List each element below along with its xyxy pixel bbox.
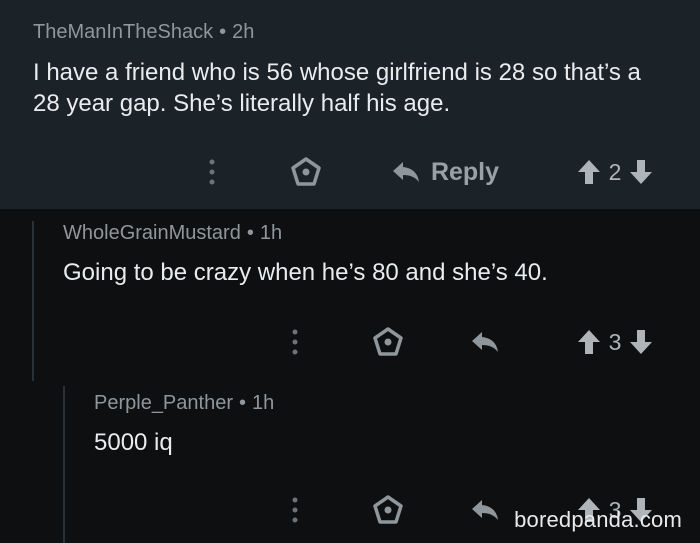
comment-meta: Perple_Panther • 1h bbox=[94, 392, 274, 415]
username[interactable]: Perple_Panther bbox=[94, 392, 233, 414]
reply-arrow-icon bbox=[472, 500, 498, 520]
upvote-icon[interactable] bbox=[577, 159, 601, 185]
reply-button[interactable]: Reply bbox=[385, 152, 505, 192]
comment-meta: TheManInTheShack • 2h bbox=[33, 21, 254, 44]
more-vertical-icon bbox=[292, 329, 298, 355]
more-vertical-icon bbox=[292, 497, 298, 523]
more-options-button[interactable] bbox=[200, 157, 224, 187]
award-button[interactable] bbox=[288, 155, 324, 189]
downvote-icon[interactable] bbox=[629, 159, 653, 185]
reply-arrow-icon bbox=[472, 332, 498, 352]
comment-age: 1h bbox=[259, 222, 283, 244]
comment-body: 5000 iq bbox=[94, 429, 173, 456]
username[interactable]: TheManInTheShack bbox=[33, 21, 213, 43]
comment-2: WholeGrainMustard • 1h Going to be crazy w… bbox=[0, 209, 700, 379]
comment-age: 2h bbox=[232, 21, 255, 43]
meta-separator: • bbox=[219, 21, 227, 43]
boredpanda-watermark: boredpanda.com bbox=[514, 507, 682, 532]
reply-arrow-icon bbox=[392, 162, 419, 182]
reply-button[interactable] bbox=[465, 325, 505, 359]
downvote-icon[interactable] bbox=[629, 329, 653, 355]
vote-controls: 3 bbox=[560, 326, 670, 358]
comment-meta: WholeGrainMustard • 1h bbox=[63, 222, 282, 245]
more-vertical-icon bbox=[209, 159, 215, 185]
more-options-button[interactable] bbox=[283, 495, 307, 525]
award-icon bbox=[373, 495, 403, 524]
vote-controls: 2 bbox=[560, 156, 670, 188]
reply-button[interactable] bbox=[465, 493, 505, 527]
award-button[interactable] bbox=[370, 493, 406, 527]
vote-score: 3 bbox=[608, 328, 622, 355]
comment-body: I have a friend who is 56 whose girlfrie… bbox=[33, 59, 641, 117]
award-button[interactable] bbox=[370, 325, 406, 359]
award-icon bbox=[291, 157, 321, 186]
vote-score: 2 bbox=[608, 158, 622, 185]
username[interactable]: WholeGrainMustard bbox=[63, 222, 241, 244]
comment-age: 1h bbox=[252, 392, 275, 414]
more-options-button[interactable] bbox=[283, 327, 307, 357]
meta-separator: • bbox=[246, 222, 254, 244]
comment-body: Going to be crazy when he’s 80 and she’s… bbox=[63, 259, 548, 286]
comment-1: TheManInTheShack • 2h I have a friend who … bbox=[0, 0, 700, 209]
upvote-icon[interactable] bbox=[577, 329, 601, 355]
award-icon bbox=[373, 327, 403, 356]
reply-label: Reply bbox=[430, 157, 500, 186]
meta-separator: • bbox=[238, 392, 246, 414]
